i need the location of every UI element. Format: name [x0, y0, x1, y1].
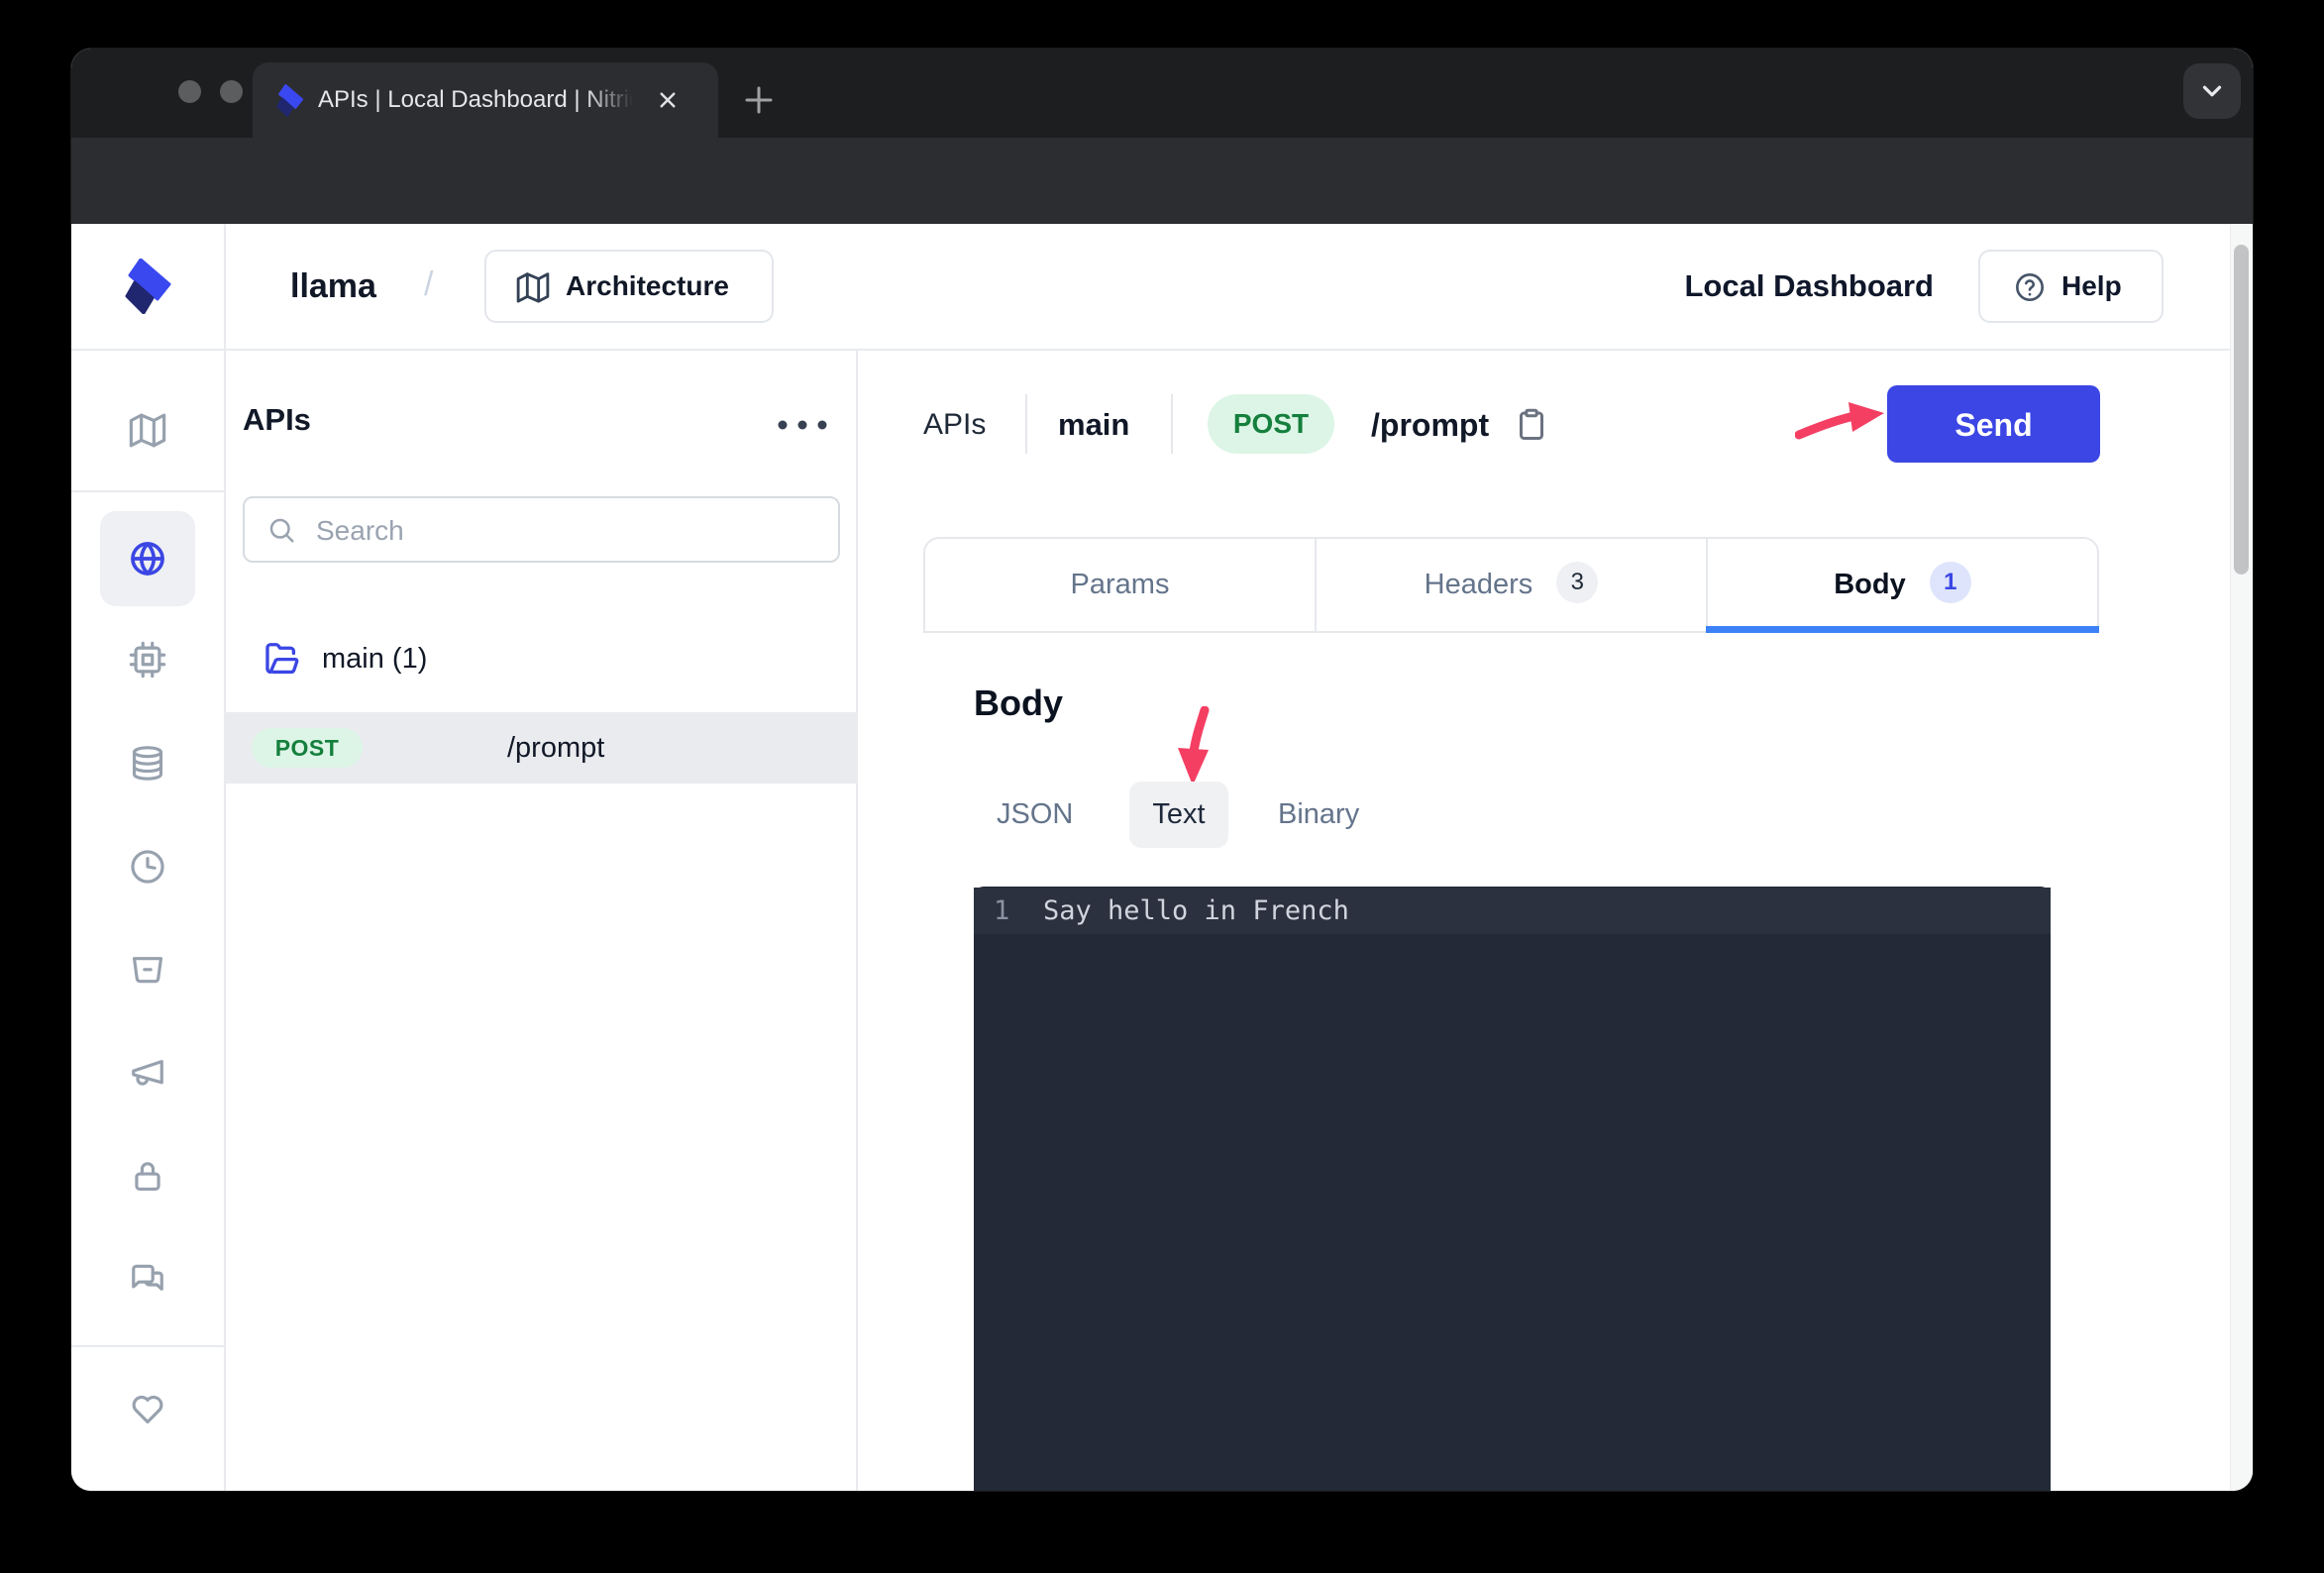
nitric-logo-icon[interactable]: [125, 259, 172, 314]
project-name: llama: [290, 224, 376, 349]
sidebar-heart-icon[interactable]: [129, 1390, 166, 1427]
sidebar-map-icon[interactable]: [129, 411, 166, 449]
help-label: Help: [2061, 252, 2122, 321]
rail-separator: [71, 490, 224, 492]
sidebar-megaphone-icon[interactable]: [129, 1054, 166, 1092]
tab-headers-label: Headers: [1425, 569, 1533, 600]
rail-separator: [71, 1345, 224, 1347]
globe-icon: [129, 540, 166, 577]
body-section-title: Body: [974, 682, 1063, 724]
request-tabs: Params Headers 3 Body 1: [923, 537, 2099, 633]
sidebar-chat-icon[interactable]: [129, 1260, 166, 1298]
help-circle-icon: [2014, 271, 2046, 303]
editor-code-text: Say hello in French: [1043, 888, 1349, 934]
apis-panel: APIs main (1) POST /prompt: [224, 349, 858, 1491]
body-count-badge: 1: [1930, 562, 1971, 603]
send-button[interactable]: Send: [1887, 385, 2100, 463]
sidebar-cpu-icon[interactable]: [129, 641, 166, 679]
tab-title-fade: [585, 62, 645, 138]
editor-line-number: 1: [994, 888, 1009, 934]
request-divider: [1171, 394, 1173, 454]
architecture-label: Architecture: [566, 252, 729, 321]
search-input[interactable]: [314, 502, 813, 559]
folder-open-icon: [264, 640, 301, 678]
active-tab-underline: [1706, 626, 2099, 633]
request-path: /prompt: [1371, 394, 1489, 456]
tab-body-active[interactable]: Body 1: [1706, 539, 2097, 631]
apis-panel-title: APIs: [243, 402, 311, 438]
traffic-light-minimize-icon[interactable]: [220, 80, 243, 103]
headers-count-badge: 3: [1556, 562, 1598, 603]
tab-params-label: Params: [1071, 569, 1170, 600]
browser-tab[interactable]: APIs | Local Dashboard | Nitric: [253, 62, 718, 138]
tab-params[interactable]: Params: [925, 539, 1315, 631]
screenshot-background: APIs | Local Dashboard | Nitric: [0, 0, 2324, 1573]
tab-search-button[interactable]: [2183, 63, 2241, 119]
browser-window: APIs | Local Dashboard | Nitric: [71, 49, 2253, 1491]
copy-clipboard-icon[interactable]: [1514, 407, 1549, 443]
sidebar-bucket-icon[interactable]: [129, 950, 166, 988]
sidebar-lock-icon[interactable]: [129, 1157, 166, 1195]
panel-menu-ellipsis-icon[interactable]: [775, 410, 830, 440]
sidebar-clock-icon[interactable]: [129, 848, 166, 886]
help-button[interactable]: Help: [1978, 250, 2164, 323]
map-icon: [516, 270, 550, 304]
sidebar-database-icon[interactable]: [129, 745, 166, 783]
dashboard-title: Local Dashboard: [1617, 224, 1934, 349]
page-scrollbar-track[interactable]: [2230, 224, 2253, 1491]
api-group-label: main (1): [322, 626, 427, 691]
method-badge: POST: [252, 728, 363, 768]
architecture-button[interactable]: Architecture: [484, 250, 774, 323]
nitric-favicon-icon: [276, 84, 304, 117]
editor-active-line: 1 Say hello in French: [974, 888, 2051, 934]
request-divider: [1025, 394, 1027, 454]
traffic-light-close-icon[interactable]: [178, 80, 201, 103]
sidebar-item-apis[interactable]: [100, 511, 195, 606]
annotation-arrow-down: [1169, 706, 1220, 789]
api-group-row[interactable]: main (1): [224, 626, 858, 691]
breadcrumb-separator: /: [424, 224, 433, 349]
request-group-label: main: [1058, 394, 1129, 456]
body-mode-json[interactable]: JSON: [997, 782, 1073, 848]
request-method-badge: POST: [1208, 394, 1334, 454]
browser-tab-strip: APIs | Local Dashboard | Nitric: [71, 49, 2253, 138]
new-tab-icon[interactable]: [741, 82, 777, 118]
tab-body-label: Body: [1834, 569, 1906, 600]
page-scrollbar-thumb[interactable]: [2234, 245, 2249, 575]
chevron-down-icon: [2197, 76, 2227, 106]
body-mode-binary[interactable]: Binary: [1278, 782, 1359, 848]
tab-close-icon[interactable]: [653, 85, 683, 115]
search-box: [243, 496, 840, 563]
request-section-label: APIs: [923, 394, 986, 456]
endpoint-path: /prompt: [507, 712, 604, 784]
browser-toolbar: localhost :49152: [71, 138, 2253, 224]
tab-headers[interactable]: Headers 3: [1315, 539, 1706, 631]
search-icon: [266, 515, 296, 545]
annotation-arrow-right: [1795, 397, 1886, 445]
body-code-editor[interactable]: 1 Say hello in French: [974, 887, 2051, 1491]
endpoint-row-selected[interactable]: POST /prompt: [224, 712, 858, 784]
body-mode-text-active[interactable]: Text: [1129, 782, 1228, 848]
